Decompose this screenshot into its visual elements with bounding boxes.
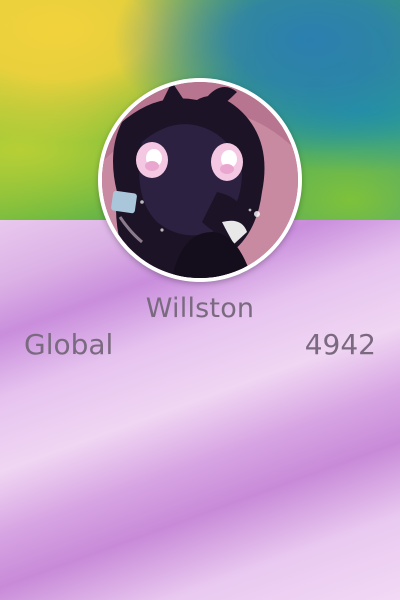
stat-value-global: 4942 [304, 328, 376, 361]
profile-card: Willston Global 4942 [0, 0, 400, 600]
stat-label-global: Global [24, 328, 114, 361]
avatar[interactable] [98, 78, 302, 282]
character-avatar-icon [102, 82, 298, 278]
username: Willston [145, 293, 255, 324]
